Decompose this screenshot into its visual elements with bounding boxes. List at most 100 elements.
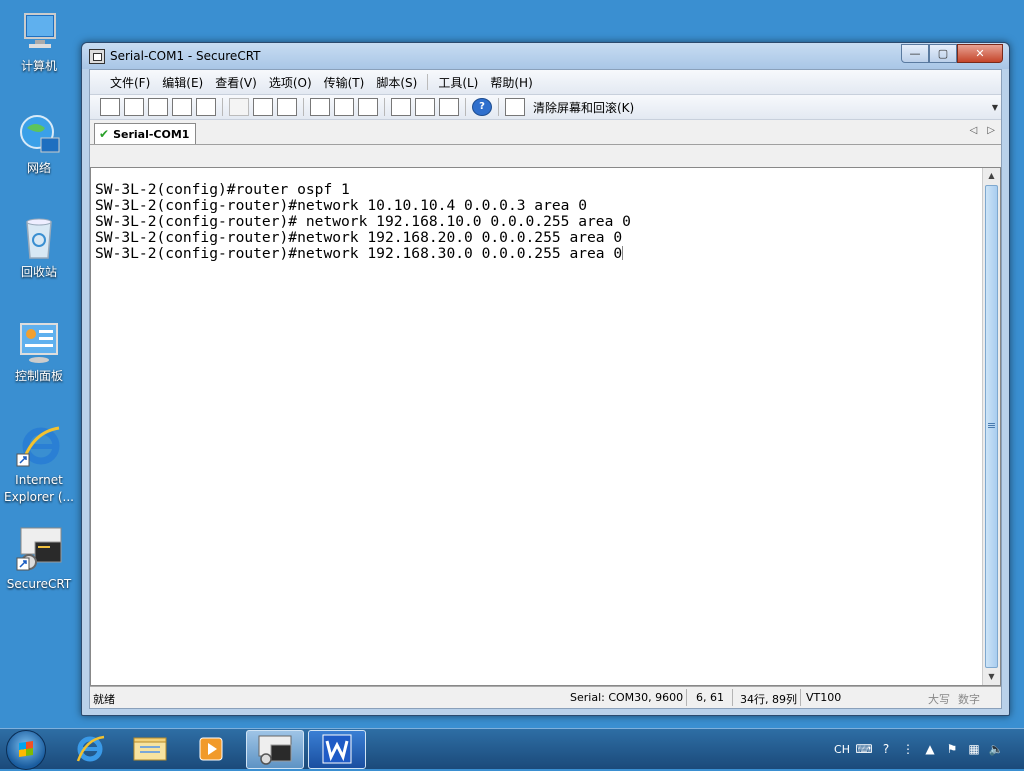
maximize-button[interactable]: ▢ [929, 44, 957, 63]
terminal-cursor [622, 246, 624, 260]
desktop-icon-label: 控制面板 [14, 369, 63, 383]
menu-transfer[interactable]: 传输(T) [318, 74, 371, 91]
show-hidden-icons-icon[interactable]: ▲ [922, 741, 938, 757]
tab-label: Serial-COM1 [113, 127, 190, 141]
tab-prev-icon[interactable]: ◁ [970, 125, 978, 136]
menu-file[interactable]: 文件(F) [104, 74, 156, 91]
print-screen-icon[interactable] [310, 98, 330, 116]
menu-script[interactable]: 脚本(S) [370, 74, 423, 91]
terminal-line: SW-3L-2(config-router)#network 192.168.2… [95, 229, 623, 246]
taskbar-ie-button[interactable] [62, 730, 118, 767]
control-panel-icon [15, 318, 63, 366]
quick-connect-icon[interactable] [124, 98, 144, 116]
connect-icon[interactable] [100, 98, 120, 116]
reconnect-icon[interactable] [172, 98, 192, 116]
recycle-bin-icon [15, 214, 63, 262]
securecrt-app-icon[interactable] [89, 49, 105, 64]
taskbar-securecrt-button[interactable] [246, 730, 304, 769]
status-connection: Serial: COM30, 9600 [570, 691, 684, 704]
media-player-icon [199, 737, 223, 761]
network-globe-icon [15, 110, 63, 158]
menu-options[interactable]: 选项(O) [263, 74, 318, 91]
toolbar-separator [303, 98, 304, 116]
taskbar: CH ⌨ ? ⋮ ▲ ⚑ ▦ 🔈 [0, 728, 1024, 770]
volume-icon[interactable]: 🔈 [988, 741, 1004, 757]
menu-help[interactable]: 帮助(H) [484, 74, 538, 91]
print-selection-icon[interactable] [334, 98, 354, 116]
terminal-line: SW-3L-2(config-router)#network 192.168.3… [95, 245, 623, 262]
scroll-up-icon[interactable]: ▲ [983, 168, 1000, 184]
start-button[interactable] [6, 730, 46, 770]
keyboard-icon[interactable]: ⌨ [855, 741, 872, 757]
desktop-icon-internet-explorer[interactable]: Internet Explorer (... [2, 422, 76, 506]
folder-icon [133, 737, 167, 761]
taskbar-media-player-button[interactable] [184, 730, 240, 767]
global-options-icon[interactable] [415, 98, 435, 116]
wps-writer-icon [322, 734, 352, 764]
window-title: Serial-COM1 - SecureCRT [110, 49, 261, 63]
menu-edit[interactable]: 编辑(E) [156, 74, 209, 91]
toolbar-overflow-icon[interactable]: ▼ [992, 103, 998, 112]
securecrt-window: Serial-COM1 - SecureCRT — ▢ ✕ 文件(F) 编辑(E… [81, 42, 1010, 716]
session-options-icon[interactable] [391, 98, 411, 116]
desktop-icon-recycle-bin[interactable]: 回收站 [2, 214, 76, 281]
disconnect-icon[interactable] [196, 98, 216, 116]
keymap-icon[interactable] [439, 98, 459, 116]
tab-next-icon[interactable]: ▷ [987, 125, 995, 136]
desktop-icon-network[interactable]: 网络 [2, 110, 76, 177]
desktop-icon-control-panel[interactable]: 控制面板 [2, 318, 76, 385]
status-divider [686, 689, 687, 706]
terminal-output[interactable]: SW-3L-2(config)#router ospf 1 SW-3L-2(co… [95, 182, 980, 685]
system-tray: CH ⌨ ? ⋮ ▲ ⚑ ▦ 🔈 [834, 729, 1020, 769]
desktop-icon-label: 计算机 [20, 59, 57, 73]
toolbar: ? 清除屏幕和回滚(K) ▼ [90, 95, 1001, 120]
help-icon[interactable]: ? [472, 98, 492, 116]
paste-icon[interactable] [253, 98, 273, 116]
toolbar-separator [384, 98, 385, 116]
securecrt-icon [15, 526, 63, 574]
ime-help-icon[interactable]: ? [878, 741, 894, 757]
vertical-scrollbar[interactable]: ▲ ▼ [982, 168, 1000, 685]
desktop-icon-label: 网络 [26, 161, 51, 175]
terminal-line: SW-3L-2(config-router)#network 10.10.10.… [95, 197, 588, 214]
print-icon[interactable] [358, 98, 378, 116]
menu-tools[interactable]: 工具(L) [432, 74, 484, 91]
desktop-icon-label: 回收站 [20, 265, 57, 279]
scroll-down-icon[interactable]: ▼ [983, 669, 1000, 685]
terminal-line: SW-3L-2(config)#router ospf 1 [95, 181, 350, 198]
scrollbar-thumb[interactable] [985, 185, 998, 668]
desktop-icon-computer[interactable]: 计算机 [2, 8, 76, 75]
status-emulation: VT100 [806, 691, 842, 704]
find-icon[interactable] [277, 98, 297, 116]
network-status-icon[interactable]: ▦ [966, 741, 982, 757]
menu-bar: 文件(F) 编辑(E) 查看(V) 选项(O) 传输(T) 脚本(S) 工具(L… [90, 70, 1001, 95]
status-ready: 就绪 [93, 693, 115, 706]
clear-screen-button[interactable]: 清除屏幕和回滚(K) [533, 99, 634, 116]
taskbar-wps-button[interactable] [308, 730, 366, 769]
connect-in-tab-icon[interactable] [148, 98, 168, 116]
action-center-flag-icon[interactable]: ⚑ [944, 741, 960, 757]
terminal-area[interactable]: SW-3L-2(config)#router ospf 1 SW-3L-2(co… [90, 167, 1001, 686]
window-controls: — ▢ ✕ [901, 44, 1003, 63]
input-language-indicator[interactable]: CH [834, 743, 850, 756]
copy-icon[interactable] [229, 98, 249, 116]
tab-serial-com1[interactable]: ✔ Serial-COM1 [94, 123, 197, 144]
clear-screen-icon[interactable] [505, 98, 525, 116]
status-bar: 就绪 Serial: COM30, 9600 6, 61 34行, 89列 VT… [90, 686, 1001, 708]
ime-options-icon[interactable]: ⋮ [900, 741, 916, 757]
taskbar-explorer-button[interactable] [122, 730, 178, 767]
close-button[interactable]: ✕ [957, 44, 1003, 63]
desktop-icon-label: SecureCRT [6, 577, 72, 591]
minimize-button[interactable]: — [901, 44, 929, 63]
window-client: 文件(F) 编辑(E) 查看(V) 选项(O) 传输(T) 脚本(S) 工具(L… [89, 69, 1002, 709]
connected-check-icon: ✔ [99, 127, 110, 141]
desktop-icon-label: Internet Explorer (... [4, 473, 74, 504]
menu-view[interactable]: 查看(V) [209, 74, 263, 91]
desktop-icon-securecrt[interactable]: SecureCRT [2, 526, 76, 593]
toolbar-separator [498, 98, 499, 116]
tab-bar: ✔ Serial-COM1 ◁ ▷ [90, 120, 1001, 145]
window-titlebar[interactable]: Serial-COM1 - SecureCRT — ▢ ✕ [82, 43, 1009, 69]
tab-navigation: ◁ ▷ [970, 125, 995, 136]
status-caps-lock: 大写 [928, 693, 950, 706]
status-num-lock: 数字 [958, 693, 980, 706]
